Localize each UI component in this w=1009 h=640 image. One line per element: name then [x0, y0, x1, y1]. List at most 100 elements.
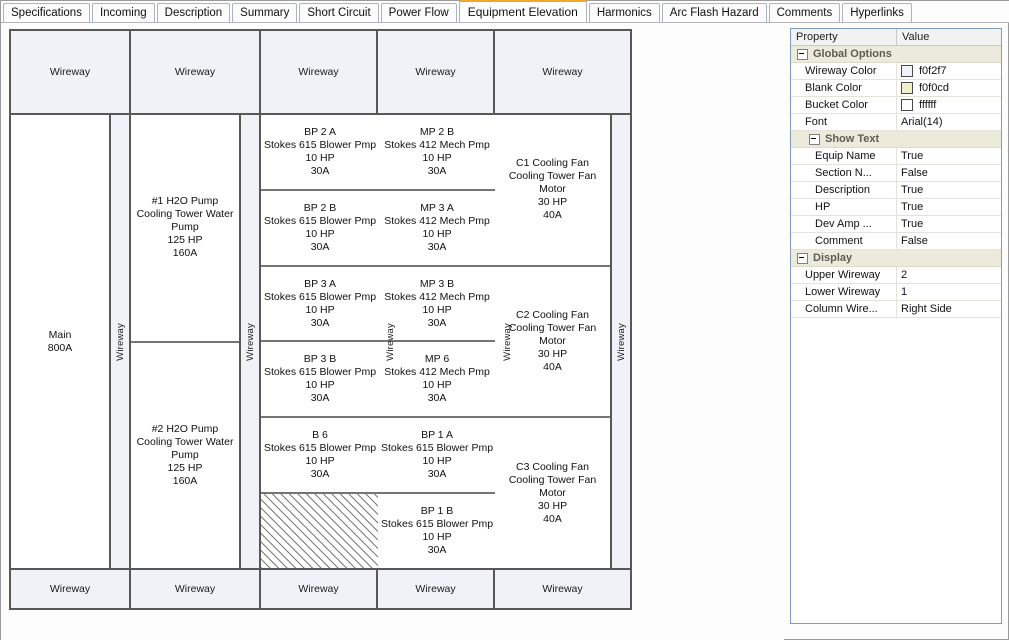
property-value[interactable]: 2 [897, 267, 1001, 283]
bucket[interactable]: B 6Stokes 615 Blower Pmp10 HP30A [261, 418, 379, 494]
elevation-canvas[interactable]: WirewayMain800AWirewayWirewayWireway#1 H… [1, 23, 784, 640]
bucket-stack: #1 H2O PumpCooling Tower WaterPump125 HP… [131, 115, 239, 568]
property-row-blank-color[interactable]: Blank Colorf0f0cd [791, 80, 1001, 97]
tab-summary[interactable]: Summary [232, 3, 297, 22]
tab-specifications[interactable]: Specifications [3, 3, 90, 22]
property-row-hp[interactable]: HPTrue [791, 199, 1001, 216]
upper-wireway[interactable]: Wireway [261, 31, 376, 115]
lower-wireway[interactable]: Wireway [131, 568, 259, 608]
property-row-dev-amp[interactable]: Dev Amp ...True [791, 216, 1001, 233]
property-row-wireway-color[interactable]: Wireway Colorf0f2f7 [791, 63, 1001, 80]
property-row-comment[interactable]: CommentFalse [791, 233, 1001, 250]
upper-wireway[interactable]: Wireway [378, 31, 493, 115]
property-value-label: 1 [901, 284, 907, 300]
collapse-expander-icon[interactable] [809, 134, 820, 145]
bucket[interactable]: Main800A [11, 115, 109, 568]
bucket[interactable]: #1 H2O PumpCooling Tower WaterPump125 HP… [131, 115, 239, 343]
bucket[interactable]: BP 3 BStokes 615 Blower Pmp10 HP30A [261, 342, 379, 418]
bucket-text-line: Main [49, 329, 72, 342]
blank-section[interactable] [261, 494, 379, 568]
lower-wireway[interactable]: Wireway [261, 568, 376, 608]
bucket-text-line: MP 3 B [420, 278, 454, 291]
property-value[interactable]: True [897, 148, 1001, 164]
property-row-section-n[interactable]: Section N...False [791, 165, 1001, 182]
property-grid-panel[interactable]: Property Value Global OptionsWireway Col… [790, 28, 1002, 624]
bucket[interactable]: BP 2 AStokes 615 Blower Pmp10 HP30A [261, 115, 379, 191]
color-swatch-icon[interactable] [901, 65, 913, 77]
tab-short-circuit[interactable]: Short Circuit [299, 3, 378, 22]
tab-harmonics[interactable]: Harmonics [589, 3, 660, 22]
property-value[interactable]: True [897, 216, 1001, 232]
property-name: Column Wire... [791, 301, 897, 317]
property-row-column-wire[interactable]: Column Wire...Right Side [791, 301, 1001, 318]
bucket[interactable]: MP 2 BStokes 412 Mech Pmp10 HP30A [378, 115, 496, 191]
property-category-display[interactable]: Display [791, 250, 1001, 267]
property-grid-header: Property Value [791, 29, 1001, 46]
upper-wireway[interactable]: Wireway [131, 31, 259, 115]
bucket[interactable]: #2 H2O PumpCooling Tower WaterPump125 HP… [131, 343, 239, 569]
column-1[interactable]: WirewayMain800AWirewayWireway [11, 31, 131, 608]
property-row-bucket-color[interactable]: Bucket Colorffffff [791, 97, 1001, 114]
tab-hyperlinks[interactable]: Hyperlinks [842, 3, 912, 22]
property-grid-body[interactable]: Global OptionsWireway Colorf0f2f7Blank C… [791, 46, 1001, 624]
property-value[interactable]: f0f0cd [897, 80, 1001, 96]
bucket-text-line: BP 2 B [304, 202, 337, 215]
property-category-global-options[interactable]: Global Options [791, 46, 1001, 63]
bucket-text-line: Stokes 615 Blower Pmp [264, 139, 376, 152]
property-name: Blank Color [791, 80, 897, 96]
bucket-text-line: Stokes 615 Blower Pmp [381, 442, 493, 455]
collapse-expander-icon[interactable] [797, 253, 808, 264]
property-row-description[interactable]: DescriptionTrue [791, 182, 1001, 199]
vertical-wireway[interactable]: Wireway [610, 115, 630, 568]
tab-comments[interactable]: Comments [769, 3, 841, 22]
bucket-text-line: 10 HP [422, 531, 451, 544]
property-row-upper-wireway[interactable]: Upper Wireway2 [791, 267, 1001, 284]
vertical-wireway[interactable]: Wireway [109, 115, 129, 568]
tab-equipment-elevation[interactable]: Equipment Elevation [459, 0, 587, 22]
lower-wireway[interactable]: Wireway [11, 568, 129, 608]
property-value[interactable]: Arial(14) [897, 114, 1001, 130]
tab-arc-flash-hazard[interactable]: Arc Flash Hazard [662, 3, 767, 22]
bucket-text-line: Motor [539, 335, 566, 348]
bucket[interactable]: BP 3 AStokes 615 Blower Pmp10 HP30A [261, 267, 379, 343]
lower-wireway[interactable]: Wireway [378, 568, 493, 608]
column-2[interactable]: Wireway#1 H2O PumpCooling Tower WaterPum… [131, 31, 261, 608]
property-value[interactable]: f0f2f7 [897, 63, 1001, 79]
property-value[interactable] [944, 46, 1001, 62]
bucket[interactable]: C1 Cooling FanCooling Tower FanMotor30 H… [495, 115, 610, 267]
property-value[interactable]: False [897, 233, 1001, 249]
property-value[interactable]: ffffff [897, 97, 1001, 113]
bucket-text-line: 30A [428, 165, 447, 178]
column-5[interactable]: WirewayC1 Cooling FanCooling Tower FanMo… [495, 31, 630, 608]
color-swatch-icon[interactable] [901, 82, 913, 94]
property-value[interactable]: False [897, 165, 1001, 181]
bucket[interactable]: C3 Cooling FanCooling Tower FanMotor30 H… [495, 418, 610, 568]
bucket[interactable]: BP 1 AStokes 615 Blower Pmp10 HP30A [378, 418, 496, 494]
collapse-expander-icon[interactable] [797, 49, 808, 60]
upper-wireway[interactable]: Wireway [11, 31, 129, 115]
column-3[interactable]: WirewayBP 2 AStokes 615 Blower Pmp10 HP3… [261, 31, 378, 608]
tab-power-flow[interactable]: Power Flow [381, 3, 457, 22]
tab-description[interactable]: Description [157, 3, 231, 22]
lower-wireway[interactable]: Wireway [495, 568, 630, 608]
property-value[interactable] [938, 131, 1001, 147]
property-value[interactable]: True [897, 199, 1001, 215]
property-value[interactable]: True [897, 182, 1001, 198]
property-row-equip-name[interactable]: Equip NameTrue [791, 148, 1001, 165]
property-value-label: False [901, 233, 928, 249]
property-row-lower-wireway[interactable]: Lower Wireway1 [791, 284, 1001, 301]
property-value[interactable]: Right Side [897, 301, 1001, 317]
property-row-font[interactable]: FontArial(14) [791, 114, 1001, 131]
color-swatch-icon[interactable] [901, 99, 913, 111]
property-category-show-text[interactable]: Show Text [791, 131, 1001, 148]
bucket[interactable]: BP 1 BStokes 615 Blower Pmp10 HP30A [378, 494, 496, 568]
bucket[interactable]: MP 3 AStokes 412 Mech Pmp10 HP30A [378, 191, 496, 267]
property-value[interactable] [925, 250, 1001, 266]
tab-incoming[interactable]: Incoming [92, 3, 155, 22]
vertical-wireway[interactable]: Wireway [239, 115, 259, 568]
column-4[interactable]: WirewayMP 2 BStokes 412 Mech Pmp10 HP30A… [378, 31, 495, 608]
bucket[interactable]: BP 2 BStokes 615 Blower Pmp10 HP30A [261, 191, 379, 267]
property-value[interactable]: 1 [897, 284, 1001, 300]
upper-wireway[interactable]: Wireway [495, 31, 630, 115]
vertical-wireway-label: Wireway [245, 323, 256, 361]
